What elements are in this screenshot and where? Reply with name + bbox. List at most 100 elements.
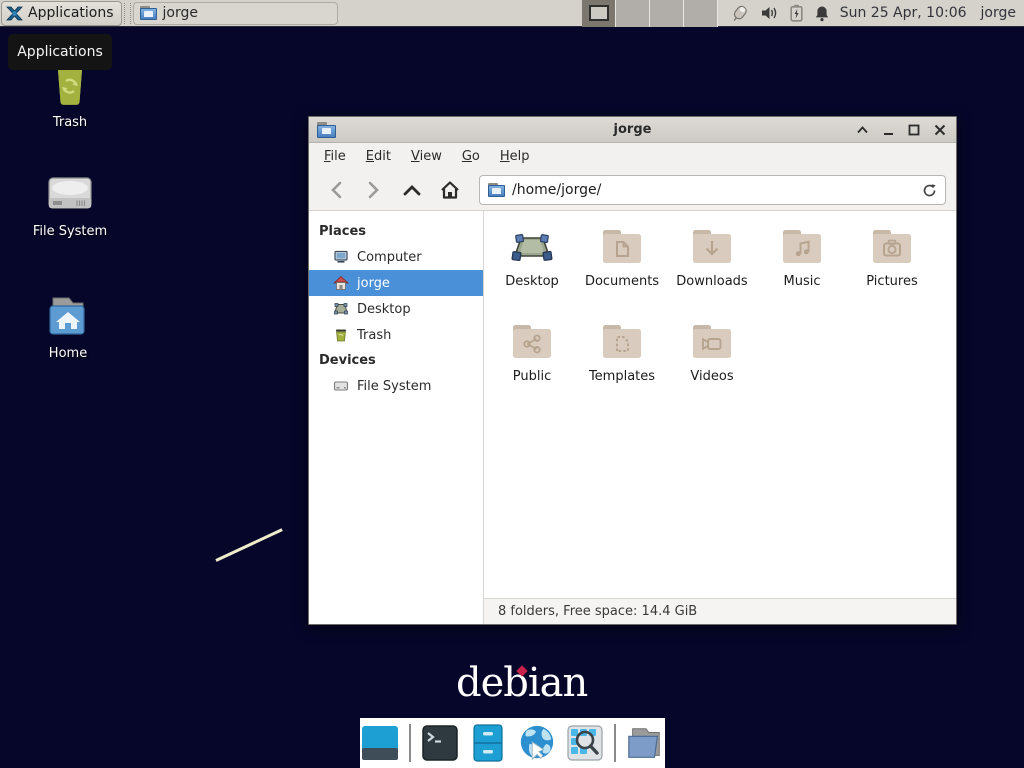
file-item-videos[interactable]: Videos — [667, 318, 757, 413]
file-label: Pictures — [866, 274, 917, 289]
taskbar-window-button[interactable]: jorge — [133, 2, 338, 25]
computer-icon — [333, 249, 349, 265]
maximize-icon — [908, 124, 920, 136]
file-label: Documents — [585, 274, 659, 289]
terminal-launcher[interactable] — [420, 723, 459, 763]
maximize-button[interactable] — [906, 122, 922, 138]
notifications-bell-icon[interactable] — [814, 5, 830, 22]
applications-menu-button[interactable]: Applications — [1, 1, 122, 26]
close-button[interactable] — [932, 122, 948, 138]
sidebar-item-computer[interactable]: Computer — [309, 244, 483, 270]
home-icon — [333, 275, 349, 291]
bottom-dock — [360, 718, 665, 768]
window-titlebar[interactable]: jorge — [309, 117, 956, 143]
menu-edit[interactable]: Edit — [357, 145, 400, 168]
workspace-3[interactable] — [650, 0, 684, 27]
sidebar: Places Computer jorge — [309, 211, 484, 624]
sidebar-item-label: Computer — [357, 250, 422, 265]
file-manager-window: jorge File Edit View Go Help — [308, 116, 957, 625]
file-item-pictures[interactable]: Pictures — [847, 223, 937, 318]
mouse-device-icon[interactable] — [730, 4, 750, 22]
window-titlebar-icon — [317, 122, 336, 138]
show-desktop-button[interactable] — [360, 723, 400, 763]
sidebar-item-file-system[interactable]: File System — [309, 373, 483, 399]
applications-menu-label: Applications — [28, 5, 114, 21]
workspace-2[interactable] — [616, 0, 650, 27]
videos-folder-icon — [688, 318, 736, 366]
desktop-icon-home[interactable]: Home — [13, 292, 123, 361]
terminal-icon — [421, 724, 459, 762]
file-item-desktop[interactable]: Desktop — [487, 223, 577, 318]
desktop-icon — [333, 301, 349, 317]
file-manager-launcher[interactable] — [625, 723, 665, 763]
path-bar[interactable]: /home/jorge/ — [479, 175, 946, 205]
templates-folder-icon — [598, 318, 646, 366]
sidebar-item-trash[interactable]: Trash — [309, 322, 483, 348]
minimize-icon — [883, 124, 894, 136]
sidebar-item-label: Trash — [357, 328, 391, 343]
volume-icon[interactable] — [761, 5, 779, 21]
public-folder-icon — [508, 318, 556, 366]
panel-username[interactable]: jorge — [981, 5, 1016, 21]
sidebar-places-header: Places — [309, 219, 483, 244]
desktop-folder-icon — [508, 223, 556, 271]
home-icon — [439, 180, 461, 200]
menu-help[interactable]: Help — [491, 145, 539, 168]
icon-grid: Desktop Documents Do — [484, 211, 956, 598]
pictures-folder-icon — [868, 223, 916, 271]
taskbar-handle[interactable] — [124, 3, 131, 24]
file-item-public[interactable]: Public — [487, 318, 577, 413]
dock-separator — [614, 724, 616, 762]
file-item-documents[interactable]: Documents — [577, 223, 667, 318]
debian-logo: debian — [456, 660, 587, 706]
system-tray — [730, 4, 830, 22]
desktop-icon-filesystem[interactable]: File System — [15, 172, 125, 239]
app-finder-launcher[interactable] — [566, 723, 605, 763]
file-item-downloads[interactable]: Downloads — [667, 223, 757, 318]
workspace-1[interactable] — [582, 0, 616, 27]
menu-view[interactable]: View — [402, 145, 451, 168]
workspace-switcher — [582, 0, 718, 27]
desktop-icon-label: Home — [13, 346, 123, 361]
reload-icon[interactable] — [922, 183, 937, 198]
menu-go[interactable]: Go — [453, 145, 489, 168]
sidebar-devices-header: Devices — [309, 348, 483, 373]
music-folder-icon — [778, 223, 826, 271]
sidebar-item-jorge[interactable]: jorge — [309, 270, 483, 296]
desktop-icon-label: Trash — [15, 115, 125, 130]
home-button[interactable] — [433, 175, 467, 205]
back-button[interactable] — [319, 175, 353, 205]
menu-file[interactable]: File — [315, 145, 355, 168]
file-item-music[interactable]: Music — [757, 223, 847, 318]
sidebar-item-label: jorge — [357, 276, 390, 291]
top-panel: Applications jorge — [0, 0, 1024, 27]
window-content: Places Computer jorge — [309, 211, 956, 624]
file-item-templates[interactable]: Templates — [577, 318, 667, 413]
sidebar-item-label: File System — [357, 379, 431, 394]
forward-button[interactable] — [357, 175, 391, 205]
up-button[interactable] — [395, 175, 429, 205]
desktop-stray-line — [215, 528, 282, 562]
file-cabinet-launcher[interactable] — [468, 723, 507, 763]
workspace-4[interactable] — [684, 0, 718, 27]
home-folder-icon — [41, 292, 95, 340]
file-label: Music — [784, 274, 821, 289]
file-label: Downloads — [676, 274, 747, 289]
battery-icon[interactable] — [790, 4, 803, 22]
web-browser-globe-icon — [517, 722, 557, 764]
up-icon — [403, 184, 421, 196]
show-desktop-icon — [360, 723, 400, 763]
minimize-button[interactable] — [880, 122, 896, 138]
file-cabinet-icon — [471, 723, 505, 763]
web-browser-launcher[interactable] — [517, 723, 557, 763]
sidebar-item-desktop[interactable]: Desktop — [309, 296, 483, 322]
panel-clock[interactable]: Sun 25 Apr, 10:06 — [840, 5, 967, 21]
sidebar-item-label: Desktop — [357, 302, 411, 317]
folder-view[interactable]: Desktop Documents Do — [484, 211, 956, 624]
menubar: File Edit View Go Help — [309, 143, 956, 170]
shade-button[interactable] — [854, 122, 870, 138]
taskbar-window-icon — [140, 6, 157, 20]
path-text[interactable]: /home/jorge/ — [512, 182, 915, 198]
downloads-folder-icon — [688, 223, 736, 271]
workspace-window-preview — [589, 5, 609, 21]
